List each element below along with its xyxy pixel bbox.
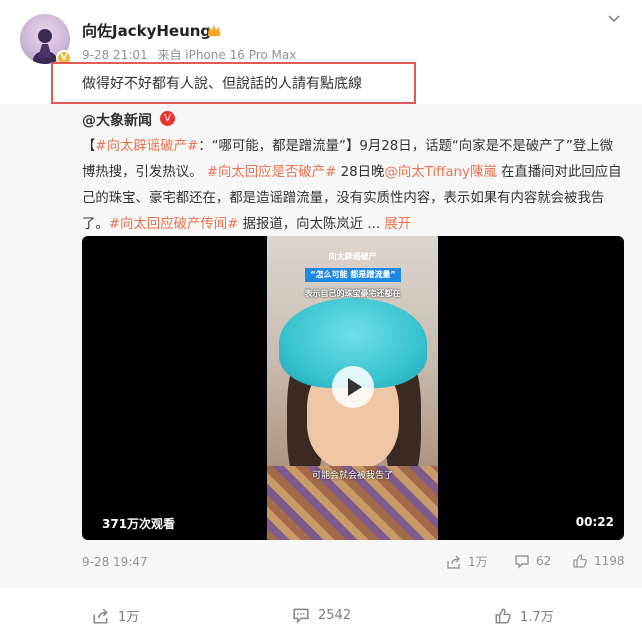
comment-button[interactable]: 2542 <box>292 606 351 624</box>
play-icon[interactable] <box>332 366 374 408</box>
like-button[interactable]: 1.7万 <box>494 606 554 625</box>
repost-share-count: 1万 <box>468 555 488 569</box>
thumbs-up-icon <box>573 554 587 568</box>
verified-icon: V <box>160 111 175 126</box>
comment-icon <box>515 555 529 569</box>
comment-count: 2542 <box>318 607 352 623</box>
body-text-3: 28日晚 <box>336 165 385 180</box>
thumbs-up-icon <box>495 608 511 623</box>
video-caption-bottom: 可能会就会被我告了 <box>311 471 393 481</box>
post-source: 来自 iPhone 16 Pro Max <box>157 48 297 62</box>
repost-comment-count: 62 <box>536 554 552 568</box>
repost-date[interactable]: 9-28 19:47 <box>82 555 148 569</box>
body-text-1: 【 <box>82 139 96 154</box>
share-button[interactable]: 1万 <box>92 606 139 625</box>
repost-like-button[interactable]: 1198 <box>572 553 625 569</box>
share-icon <box>447 555 460 569</box>
highlight-box <box>51 62 416 104</box>
hashtag-link[interactable]: #向太辟谣破产# <box>95 139 198 154</box>
repost-body: 【#向太辟谣破产#：“哪可能，都是蹭流量”】9月28日，话题“向家是不是破产了”… <box>82 134 622 238</box>
chevron-down-icon[interactable] <box>606 10 622 26</box>
comment-icon <box>293 608 309 624</box>
expand-link[interactable]: 展开 <box>384 217 411 232</box>
video-caption-sub: 表示自己的珠宝豪宅还都在 <box>304 289 401 298</box>
body-text-5: 据报道，向太陈岚近 ... <box>238 217 385 232</box>
post-meta: 9-28 21:01 来自 iPhone 16 Pro Max <box>82 46 302 63</box>
share-count: 1万 <box>118 610 140 625</box>
video-duration: 00:22 <box>575 515 614 529</box>
username[interactable]: 向佐JackyHeung <box>82 20 211 41</box>
like-count: 1.7万 <box>520 610 554 625</box>
video-player[interactable]: 向太辟谣破产 “怎么可能 都是蹭流量” 表示自己的珠宝豪宅还都在 可能会就会被我… <box>82 236 624 540</box>
post-footer: 1万 2542 1.7万 <box>0 586 642 630</box>
crown-icon <box>208 25 220 36</box>
hashtag-link[interactable]: #向太回应破产传闻# <box>109 217 239 232</box>
view-count: 371万次观看 <box>102 517 176 531</box>
video-caption-title: 向太辟谣破产 <box>328 252 377 261</box>
repost-share-button[interactable]: 1万 <box>446 553 488 570</box>
repost-comment-button[interactable]: 62 <box>514 553 551 569</box>
mention-link[interactable]: @向太Tiffany陳嵐 <box>384 165 496 180</box>
video-caption-box: “怎么可能 都是蹭流量” <box>305 268 401 282</box>
repost-author[interactable]: @大象新闻 <box>82 110 152 130</box>
repost-like-count: 1198 <box>594 554 625 568</box>
hashtag-link[interactable]: #向太回应是否破产# <box>207 165 337 180</box>
post-date[interactable]: 9-28 21:01 <box>82 48 148 62</box>
share-icon <box>93 608 108 624</box>
